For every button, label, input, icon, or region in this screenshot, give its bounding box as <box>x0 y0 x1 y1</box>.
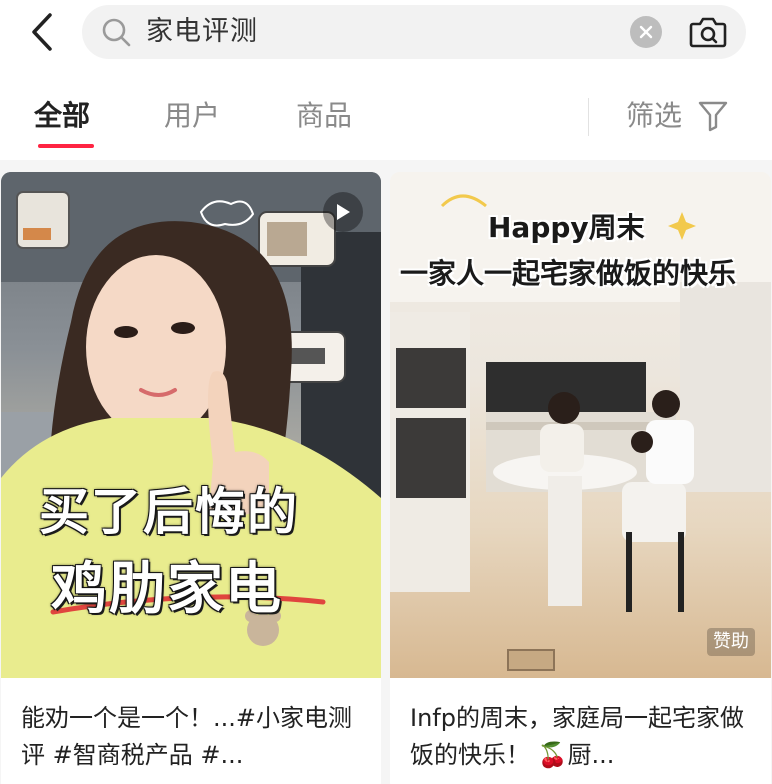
clear-search-button[interactable] <box>630 16 662 48</box>
tab-products[interactable]: 商品 <box>296 96 352 136</box>
cover-text-line1: Happy周末 <box>488 211 645 244</box>
cover-text-line2: 一家人一起宅家做饭的快乐 <box>400 257 737 290</box>
back-button[interactable] <box>20 8 64 56</box>
note-cover-image[interactable]: Happy周末 一家人一起宅家做饭的快乐 赞助 <box>390 172 771 678</box>
search-input[interactable]: 家电评测 <box>82 5 746 59</box>
video-play-button[interactable] <box>323 192 363 232</box>
note-card[interactable]: 买了后悔的 鸡肋家电 能劝一个是一个！...#小家电测评 #智商税产品 #... <box>1 172 381 784</box>
camera-icon[interactable] <box>688 15 728 49</box>
filter-button[interactable]: 筛选 <box>626 96 728 136</box>
filter-icon <box>698 101 728 132</box>
tab-divider <box>588 98 589 136</box>
cover-text-line1: 买了后悔的 <box>39 483 299 541</box>
search-icon <box>102 18 131 47</box>
clear-icon <box>639 25 653 39</box>
note-title[interactable]: 能劝一个是一个！...#小家电测评 #智商税产品 #... <box>21 700 361 774</box>
note-title[interactable]: Infp的周末，家庭局一起宅家做饭的快乐！ 🍒厨... <box>410 700 750 774</box>
note-cover-image[interactable]: 买了后悔的 鸡肋家电 <box>1 172 381 678</box>
active-tab-indicator <box>38 144 94 148</box>
tab-users[interactable]: 用户 <box>164 96 220 136</box>
tab-all[interactable]: 全部 <box>34 96 90 136</box>
sponsored-badge: 赞助 <box>707 628 755 656</box>
search-tabs: 全部 用户 商品 筛选 <box>0 86 772 152</box>
chevron-left-icon <box>32 13 52 51</box>
cover-text-line2: 鸡肋家电 <box>51 557 283 622</box>
cover-illustration <box>390 172 771 671</box>
search-query[interactable]: 家电评测 <box>146 15 258 49</box>
note-card[interactable]: Happy周末 一家人一起宅家做饭的快乐 赞助 Infp的周末，家庭局一起宅家做… <box>390 172 771 784</box>
play-icon <box>337 204 350 220</box>
filter-label: 筛选 <box>626 99 683 132</box>
search-header: 家电评测 <box>0 0 772 66</box>
